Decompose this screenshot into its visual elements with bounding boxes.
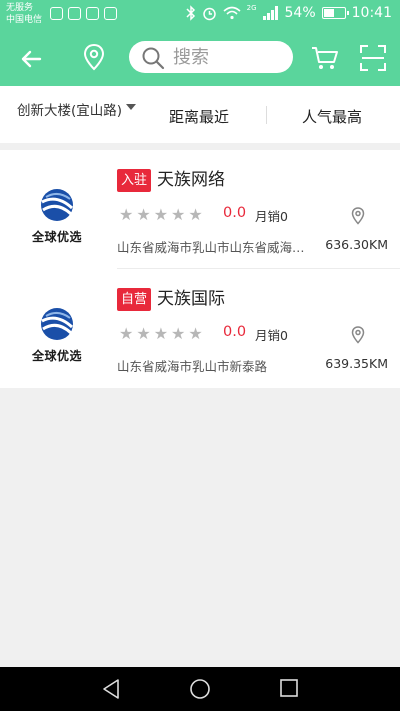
carrier-line-1: 无服务	[6, 3, 34, 13]
notification-icons	[50, 7, 117, 20]
notification-icon	[50, 7, 63, 20]
star-icon: ★	[153, 324, 169, 343]
wifi-icon	[223, 6, 241, 20]
cart-button[interactable]	[310, 44, 340, 72]
signal-icon	[262, 6, 278, 20]
cart-icon	[312, 47, 338, 69]
scan-button[interactable]	[359, 44, 387, 72]
scan-icon	[360, 45, 386, 71]
shop-logo: 全球优选	[26, 307, 88, 369]
shop-name: 天族网络	[157, 170, 225, 190]
logo-text: 全球优选	[31, 230, 82, 244]
shop-distance: 639.35KM	[325, 356, 388, 371]
bluetooth-icon	[186, 5, 195, 21]
shop-distance: 636.30KM	[325, 237, 388, 252]
globe-logo-icon	[41, 308, 74, 340]
search-input[interactable]	[173, 45, 283, 69]
nav-home-icon[interactable]	[189, 678, 211, 700]
globe-logo-icon	[41, 189, 74, 221]
carrier-info: 无服务 中国电信	[6, 2, 42, 26]
rating-value: 0.0	[223, 324, 247, 340]
shop-item[interactable]: 全球优选 自营 天族国际 ★ ★ ★ ★ ★ 0.0 月销0 山东省威海市乳山市新泰路 …	[0, 269, 400, 388]
star-icon: ★	[188, 205, 203, 224]
star-icon: ★	[171, 324, 186, 343]
star-icon: ★	[188, 324, 203, 343]
shop-name: 天族国际	[157, 289, 225, 309]
battery-percent: 54%	[284, 5, 316, 21]
star-icon: ★	[119, 205, 134, 224]
star-icon: ★	[136, 324, 151, 343]
location-button[interactable]	[80, 42, 108, 74]
network-type: 2G	[246, 4, 257, 12]
alarm-icon	[202, 7, 216, 20]
notification-icon	[68, 7, 81, 20]
header-bar	[0, 30, 400, 86]
location-pin-icon	[83, 43, 105, 71]
shop-item[interactable]: 全球优选 入驻 天族网络 ★ ★ ★ ★ ★ 0.0 月销0 山东省威海市乳山市山东省威…	[0, 150, 400, 269]
system-nav-bar	[0, 667, 400, 711]
monthly-sales: 月销0	[255, 328, 288, 343]
shop-tag: 自营	[117, 288, 152, 311]
location-selector[interactable]: 创新大楼(宜山路)	[17, 99, 137, 119]
rating-stars: ★ ★ ★ ★ ★	[119, 207, 203, 223]
star-icon: ★	[153, 205, 169, 224]
star-icon: ★	[171, 205, 186, 224]
status-right: 2G 54% 10:41	[186, 4, 392, 21]
logo-text: 全球优选	[31, 349, 82, 363]
monthly-sales: 月销0	[255, 209, 288, 224]
sort-distance-tab[interactable]: 距离最近	[169, 106, 229, 127]
shop-list: 全球优选 入驻 天族网络 ★ ★ ★ ★ ★ 0.0 月销0 山东省威海市乳山市山东省威…	[0, 150, 400, 388]
map-pin-icon[interactable]	[350, 326, 366, 344]
filter-bar: 创新大楼(宜山路) 距离最近 人气最高	[0, 86, 400, 143]
nav-recents-icon[interactable]	[279, 678, 299, 698]
map-pin-icon[interactable]	[350, 207, 366, 225]
status-bar: 无服务 中国电信 2G 54% 10:41	[0, 0, 400, 30]
shop-address: 山东省威海市乳山市新泰路	[117, 359, 268, 374]
search-icon	[142, 47, 165, 70]
location-selector-label: 创新大楼(宜山路)	[17, 103, 123, 119]
notification-icon	[86, 7, 99, 20]
star-icon: ★	[136, 205, 151, 224]
clock: 10:41	[351, 5, 392, 21]
carrier-line-2: 中国电信	[6, 15, 43, 25]
star-icon: ★	[119, 324, 134, 343]
shop-tag: 入驻	[117, 169, 152, 192]
caret-down-icon	[126, 104, 137, 110]
search-box[interactable]	[129, 41, 293, 73]
nav-back-icon[interactable]	[100, 678, 122, 700]
back-arrow-icon	[21, 50, 42, 68]
back-button[interactable]	[16, 44, 46, 74]
rating-stars: ★ ★ ★ ★ ★	[119, 326, 203, 342]
shop-address: 山东省威海市乳山市山东省威海市乳山市	[117, 240, 315, 255]
rating-value: 0.0	[223, 205, 247, 221]
sort-popularity-tab[interactable]: 人气最高	[302, 106, 362, 127]
notification-icon	[104, 7, 117, 20]
battery-icon	[321, 7, 349, 19]
shop-logo: 全球优选	[26, 188, 88, 250]
filter-divider	[266, 106, 267, 124]
